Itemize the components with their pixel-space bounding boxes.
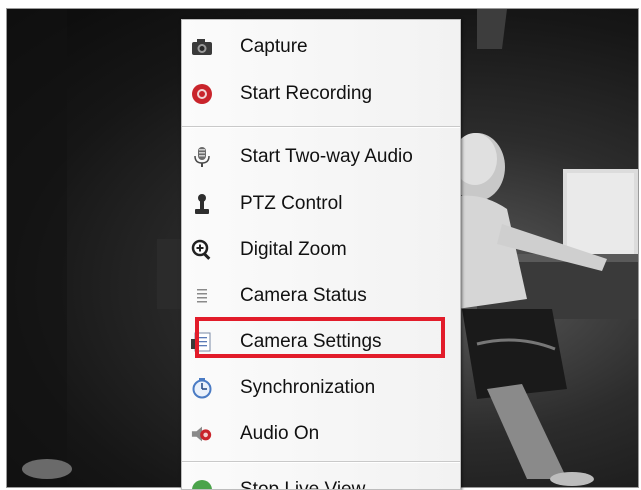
menu-item-audio-on[interactable]: Audio On [182,412,460,456]
menu-item-label: Capture [240,36,308,57]
menu-item-label: Start Recording [240,83,373,104]
menu-item-label: Audio On [240,423,320,444]
joystick-icon [191,193,213,215]
menu-item-label: Stop Live View [240,479,366,490]
menu-item-label: Camera Status [240,285,367,306]
menu-item-label: Digital Zoom [240,239,347,260]
menu-item-label: PTZ Control [240,193,343,214]
zoom-in-icon [191,239,213,261]
record-icon [191,83,213,105]
menu-item-capture[interactable]: Capture [182,25,460,69]
menu-item-camera-status[interactable]: Camera Status [182,274,460,318]
menu-separator [182,126,460,128]
speaker-icon [191,423,213,445]
context-menu: Capture Start Recording Start Two-way Au [181,19,461,490]
menu-item-label: Start Two-way Audio [240,146,413,167]
menu-item-digital-zoom[interactable]: Digital Zoom [182,228,460,272]
list-icon [191,285,213,307]
microphone-icon [191,146,213,168]
camera-settings-highlight [195,317,445,358]
menu-item-ptz-control[interactable]: PTZ Control [182,182,460,226]
menu-item-start-recording[interactable]: Start Recording [182,72,460,116]
menu-item-two-way-audio[interactable]: Start Two-way Audio [182,135,460,179]
camera-icon [191,36,213,58]
stop-icon [191,479,213,489]
clock-sync-icon [191,377,213,399]
menu-item-synchronization[interactable]: Synchronization [182,366,460,410]
menu-separator [182,461,460,463]
menu-item-stop-live-view[interactable]: Stop Live View [182,468,460,490]
menu-item-label: Synchronization [240,377,376,398]
